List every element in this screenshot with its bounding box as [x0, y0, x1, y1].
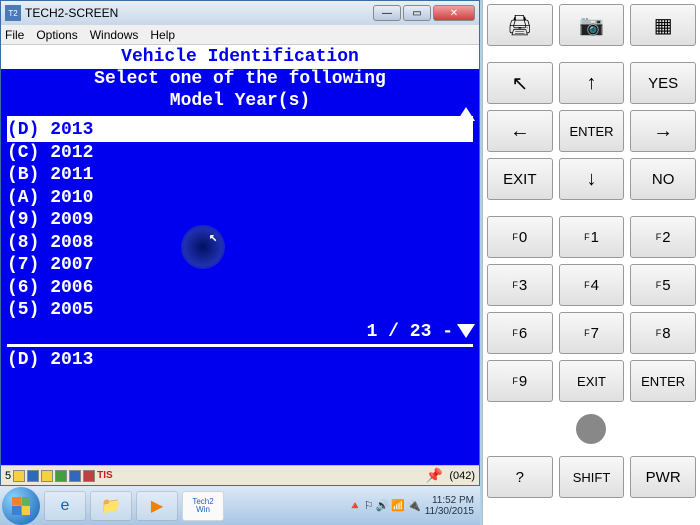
- yes-button[interactable]: YES: [630, 62, 696, 104]
- tray-icons[interactable]: 🔺⚐🔊📶🔌: [348, 499, 421, 512]
- f5-button[interactable]: F5: [630, 264, 696, 306]
- exit-button[interactable]: EXIT: [487, 158, 553, 200]
- arrow-up-button[interactable]: ↑: [559, 62, 625, 104]
- circle-icon: [576, 414, 606, 444]
- f-exit-button[interactable]: EXIT: [559, 360, 625, 402]
- tis-label: TIS: [97, 470, 113, 481]
- grid-button[interactable]: ▦: [630, 4, 696, 46]
- selection-echo: (D) 2013: [1, 349, 479, 372]
- scroll-down-icon[interactable]: [457, 324, 475, 338]
- arrow-right-button[interactable]: →: [630, 110, 696, 152]
- year-list: (D) 2013(C) 2012(B) 2011(A) 2010(9) 2009…: [1, 119, 479, 322]
- taskbar-media[interactable]: ▶: [136, 491, 178, 521]
- year-list-item[interactable]: (7) 2007: [7, 254, 473, 277]
- year-list-item[interactable]: (D) 2013: [7, 119, 473, 142]
- menu-options[interactable]: Options: [36, 28, 77, 42]
- menu-file[interactable]: File: [5, 28, 24, 42]
- app-window: T2 TECH2-SCREEN — ▭ ✕ File Options Windo…: [0, 0, 480, 486]
- f2-button[interactable]: F2: [630, 216, 696, 258]
- year-list-item[interactable]: (5) 2005: [7, 299, 473, 322]
- year-list-item[interactable]: (6) 2006: [7, 277, 473, 300]
- status-chip: [41, 470, 53, 482]
- cursor-icon: ↖: [209, 229, 217, 246]
- taskbar-tech2win[interactable]: Tech2Win: [182, 491, 224, 521]
- screen-subtitle-1: Select one of the following: [1, 69, 479, 91]
- shift-button[interactable]: SHIFT: [559, 456, 625, 498]
- system-tray[interactable]: 🔺⚐🔊📶🔌 11:52 PM 11/30/2015: [342, 495, 480, 517]
- status-chip: [55, 470, 67, 482]
- pin-icon[interactable]: 📌: [426, 467, 443, 484]
- status-chip: [69, 470, 81, 482]
- maximize-button[interactable]: ▭: [403, 5, 431, 21]
- status-bar: 5 TIS 📌 (042): [1, 465, 479, 485]
- year-list-item[interactable]: (C) 2012: [7, 142, 473, 165]
- arrow-down-button[interactable]: ↓: [559, 158, 625, 200]
- pwr-button[interactable]: PWR: [630, 456, 696, 498]
- status-chip: [83, 470, 95, 482]
- device-screen: Vehicle Identification Select one of the…: [1, 45, 479, 465]
- year-list-item[interactable]: (8) 2008: [7, 232, 473, 255]
- start-button[interactable]: [2, 487, 40, 525]
- f-enter-button[interactable]: ENTER: [630, 360, 696, 402]
- menu-bar: File Options Windows Help: [1, 25, 479, 45]
- status-chip: [27, 470, 39, 482]
- windows-icon: [12, 497, 30, 515]
- close-button[interactable]: ✕: [433, 5, 475, 21]
- f4-button[interactable]: F4: [559, 264, 625, 306]
- divider: [7, 344, 473, 347]
- taskbar: e 📁 ▶ Tech2Win 🔺⚐🔊📶🔌 11:52 PM 11/30/2015: [0, 486, 480, 525]
- no-button[interactable]: NO: [630, 158, 696, 200]
- screen-subtitle-2: Model Year(s): [1, 91, 479, 113]
- tray-icon: 🔌: [407, 499, 421, 512]
- tray-clock[interactable]: 11:52 PM 11/30/2015: [425, 495, 474, 517]
- pager: 1 / 23 -: [1, 322, 479, 342]
- tray-icon: 📶: [391, 499, 405, 512]
- taskbar-ie[interactable]: e: [44, 491, 86, 521]
- taskbar-explorer[interactable]: 📁: [90, 491, 132, 521]
- arrow-nw-button[interactable]: ↖: [487, 62, 553, 104]
- f7-button[interactable]: F7: [559, 312, 625, 354]
- help-button[interactable]: ?: [487, 456, 553, 498]
- title-bar[interactable]: T2 TECH2-SCREEN — ▭ ✕: [1, 1, 479, 25]
- menu-help[interactable]: Help: [150, 28, 175, 42]
- cursor-halo: [181, 225, 225, 269]
- status-num: 5: [5, 470, 11, 482]
- f6-button[interactable]: F6: [487, 312, 553, 354]
- tray-icon: ⚐: [364, 499, 374, 512]
- window-title: TECH2-SCREEN: [25, 6, 373, 20]
- app-icon: T2: [5, 5, 21, 21]
- year-list-item[interactable]: (B) 2011: [7, 164, 473, 187]
- f1-button[interactable]: F1: [559, 216, 625, 258]
- status-chip: [13, 470, 25, 482]
- keypad: 🖨 📷 ▦ ↖ ↑ YES ← ENTER → EXIT ↓ NO F0 F1 …: [482, 0, 700, 525]
- minimize-button[interactable]: —: [373, 5, 401, 21]
- f9-button[interactable]: F9: [487, 360, 553, 402]
- f3-button[interactable]: F3: [487, 264, 553, 306]
- tray-icon: 🔊: [376, 499, 390, 512]
- f8-button[interactable]: F8: [630, 312, 696, 354]
- year-list-item[interactable]: (9) 2009: [7, 209, 473, 232]
- enter-button[interactable]: ENTER: [559, 110, 625, 152]
- status-counter: (042): [449, 470, 475, 482]
- divider: [7, 116, 473, 119]
- screen-title: Vehicle Identification: [1, 45, 479, 69]
- arrow-left-button[interactable]: ←: [487, 110, 553, 152]
- year-list-item[interactable]: (A) 2010: [7, 187, 473, 210]
- print-button[interactable]: 🖨: [487, 4, 553, 46]
- record-indicator: [559, 408, 623, 450]
- menu-windows[interactable]: Windows: [90, 28, 139, 42]
- scroll-up-icon[interactable]: [457, 107, 475, 121]
- tray-icon: 🔺: [348, 499, 362, 512]
- f0-button[interactable]: F0: [487, 216, 553, 258]
- camera-button[interactable]: 📷: [559, 4, 625, 46]
